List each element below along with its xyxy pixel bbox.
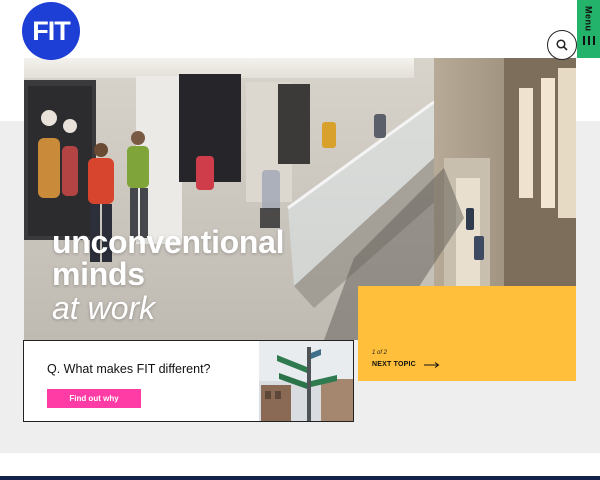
footer-strip xyxy=(0,476,600,480)
menu-label: Menu xyxy=(583,6,594,32)
topic-count: 1 of 2 xyxy=(372,350,388,356)
feature-card: Q. What makes FIT different? Find out wh… xyxy=(23,340,354,422)
site-header: FIT Menu xyxy=(0,0,600,60)
arrow-right-icon xyxy=(423,361,440,368)
search-icon xyxy=(556,39,568,51)
tagline-line-2: minds xyxy=(52,256,145,292)
topic-panel: 1 of 2 NEXT TOPIC xyxy=(358,286,576,381)
search-button[interactable] xyxy=(547,30,577,60)
hero-tagline: unconventional minds at work xyxy=(52,224,285,326)
next-topic-link[interactable]: NEXT TOPIC xyxy=(372,361,440,368)
logo-text: FIT xyxy=(32,15,70,46)
fit-logo[interactable]: FIT xyxy=(22,2,80,60)
next-topic-label: NEXT TOPIC xyxy=(372,361,416,368)
tagline-line-3: at work xyxy=(52,290,156,326)
find-out-why-button[interactable]: Find out why xyxy=(47,389,141,408)
menu-button[interactable]: Menu xyxy=(577,0,600,58)
card-question: Q. What makes FIT different? xyxy=(47,362,211,376)
street-sign-photo xyxy=(259,341,353,421)
hamburger-icon xyxy=(582,35,595,45)
tagline-line-1: unconventional xyxy=(52,224,285,260)
